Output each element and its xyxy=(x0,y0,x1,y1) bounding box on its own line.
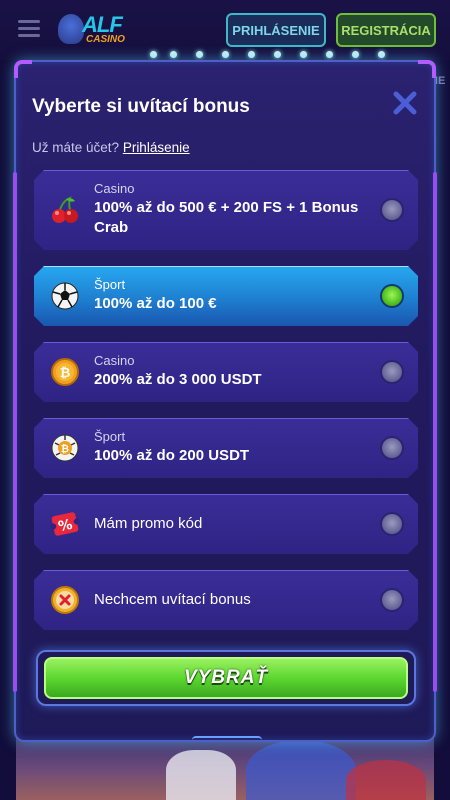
register-button[interactable]: REGISTRÁCIA xyxy=(336,13,436,47)
radio-button[interactable] xyxy=(382,200,402,220)
soccer-ball-icon xyxy=(50,281,80,311)
select-button[interactable]: VYBRAŤ xyxy=(44,657,408,699)
light-dot xyxy=(248,51,255,58)
alf-casino-logo[interactable]: ALF CASINO xyxy=(58,10,128,52)
option-value: 100% až do 100 € xyxy=(94,295,217,312)
option-category: Casino xyxy=(94,353,135,368)
radio-button[interactable] xyxy=(382,362,402,382)
no-bonus-x-icon xyxy=(50,585,80,615)
login-prompt: Už máte účet? Prihlásenie xyxy=(32,140,190,155)
option-category: Casino xyxy=(94,181,135,196)
frame-side-glow xyxy=(433,172,437,692)
svg-text:₿: ₿ xyxy=(61,443,69,455)
bitcoin-coin-icon: ₿ xyxy=(50,357,80,387)
bonus-option-casino-usdt[interactable]: ₿ Casino 200% až do 3 000 USDT xyxy=(34,342,418,402)
close-icon[interactable] xyxy=(392,90,418,116)
radio-button-selected[interactable] xyxy=(382,286,402,306)
login-button[interactable]: PRIHLÁSENIE xyxy=(226,13,326,47)
option-value: Nechcem uvítací bonus xyxy=(94,591,251,608)
promo-percent-icon: % xyxy=(50,509,80,539)
option-category: Šport xyxy=(94,429,126,444)
light-dot xyxy=(222,51,229,58)
option-value: 100% až do 500 € + 200 FS + 1 Bonus Crab xyxy=(94,199,359,236)
svg-text:₿: ₿ xyxy=(60,366,71,381)
login-link[interactable]: Prihlásenie xyxy=(123,140,190,155)
frame-corner xyxy=(14,60,32,78)
radio-button[interactable] xyxy=(382,590,402,610)
bonus-option-casino-500[interactable]: Casino 100% až do 500 € + 200 FS + 1 Bon… xyxy=(34,170,418,250)
option-category: Šport xyxy=(94,277,126,292)
hamburger-menu-icon[interactable] xyxy=(18,20,40,38)
bonus-option-sport-100[interactable]: Šport 100% až do 100 € xyxy=(34,266,418,326)
cherries-icon xyxy=(50,195,80,225)
light-dot xyxy=(150,51,157,58)
modal-title: Vyberte si uvítací bonus xyxy=(32,96,250,117)
welcome-bonus-modal: Vyberte si uvítací bonus Už máte účet? P… xyxy=(13,60,437,742)
option-value: 100% až do 200 USDT xyxy=(94,447,250,464)
light-dot xyxy=(300,51,307,58)
light-dot xyxy=(352,51,359,58)
light-dot xyxy=(170,51,177,58)
bonus-option-promo-code[interactable]: % Mám promo kód xyxy=(34,494,418,554)
cta-frame: VYBRAŤ xyxy=(36,650,416,706)
frame-notch xyxy=(192,736,262,746)
bonus-option-sport-usdt[interactable]: ₿ Šport 100% až do 200 USDT xyxy=(34,418,418,478)
light-dot xyxy=(196,51,203,58)
option-value: Mám promo kód xyxy=(94,515,203,532)
radio-button[interactable] xyxy=(382,514,402,534)
radio-button[interactable] xyxy=(382,438,402,458)
login-prompt-text: Už máte účet? xyxy=(32,140,120,155)
decorative-lights xyxy=(0,51,450,59)
light-dot xyxy=(326,51,333,58)
bonus-option-no-bonus[interactable]: Nechcem uvítací bonus xyxy=(34,570,418,630)
frame-corner xyxy=(418,60,436,78)
frame-side-glow xyxy=(13,172,17,692)
light-dot xyxy=(378,51,385,58)
bitcoin-soccer-ball-icon: ₿ xyxy=(50,433,80,463)
option-value: 200% až do 3 000 USDT xyxy=(94,371,262,388)
light-dot xyxy=(274,51,281,58)
